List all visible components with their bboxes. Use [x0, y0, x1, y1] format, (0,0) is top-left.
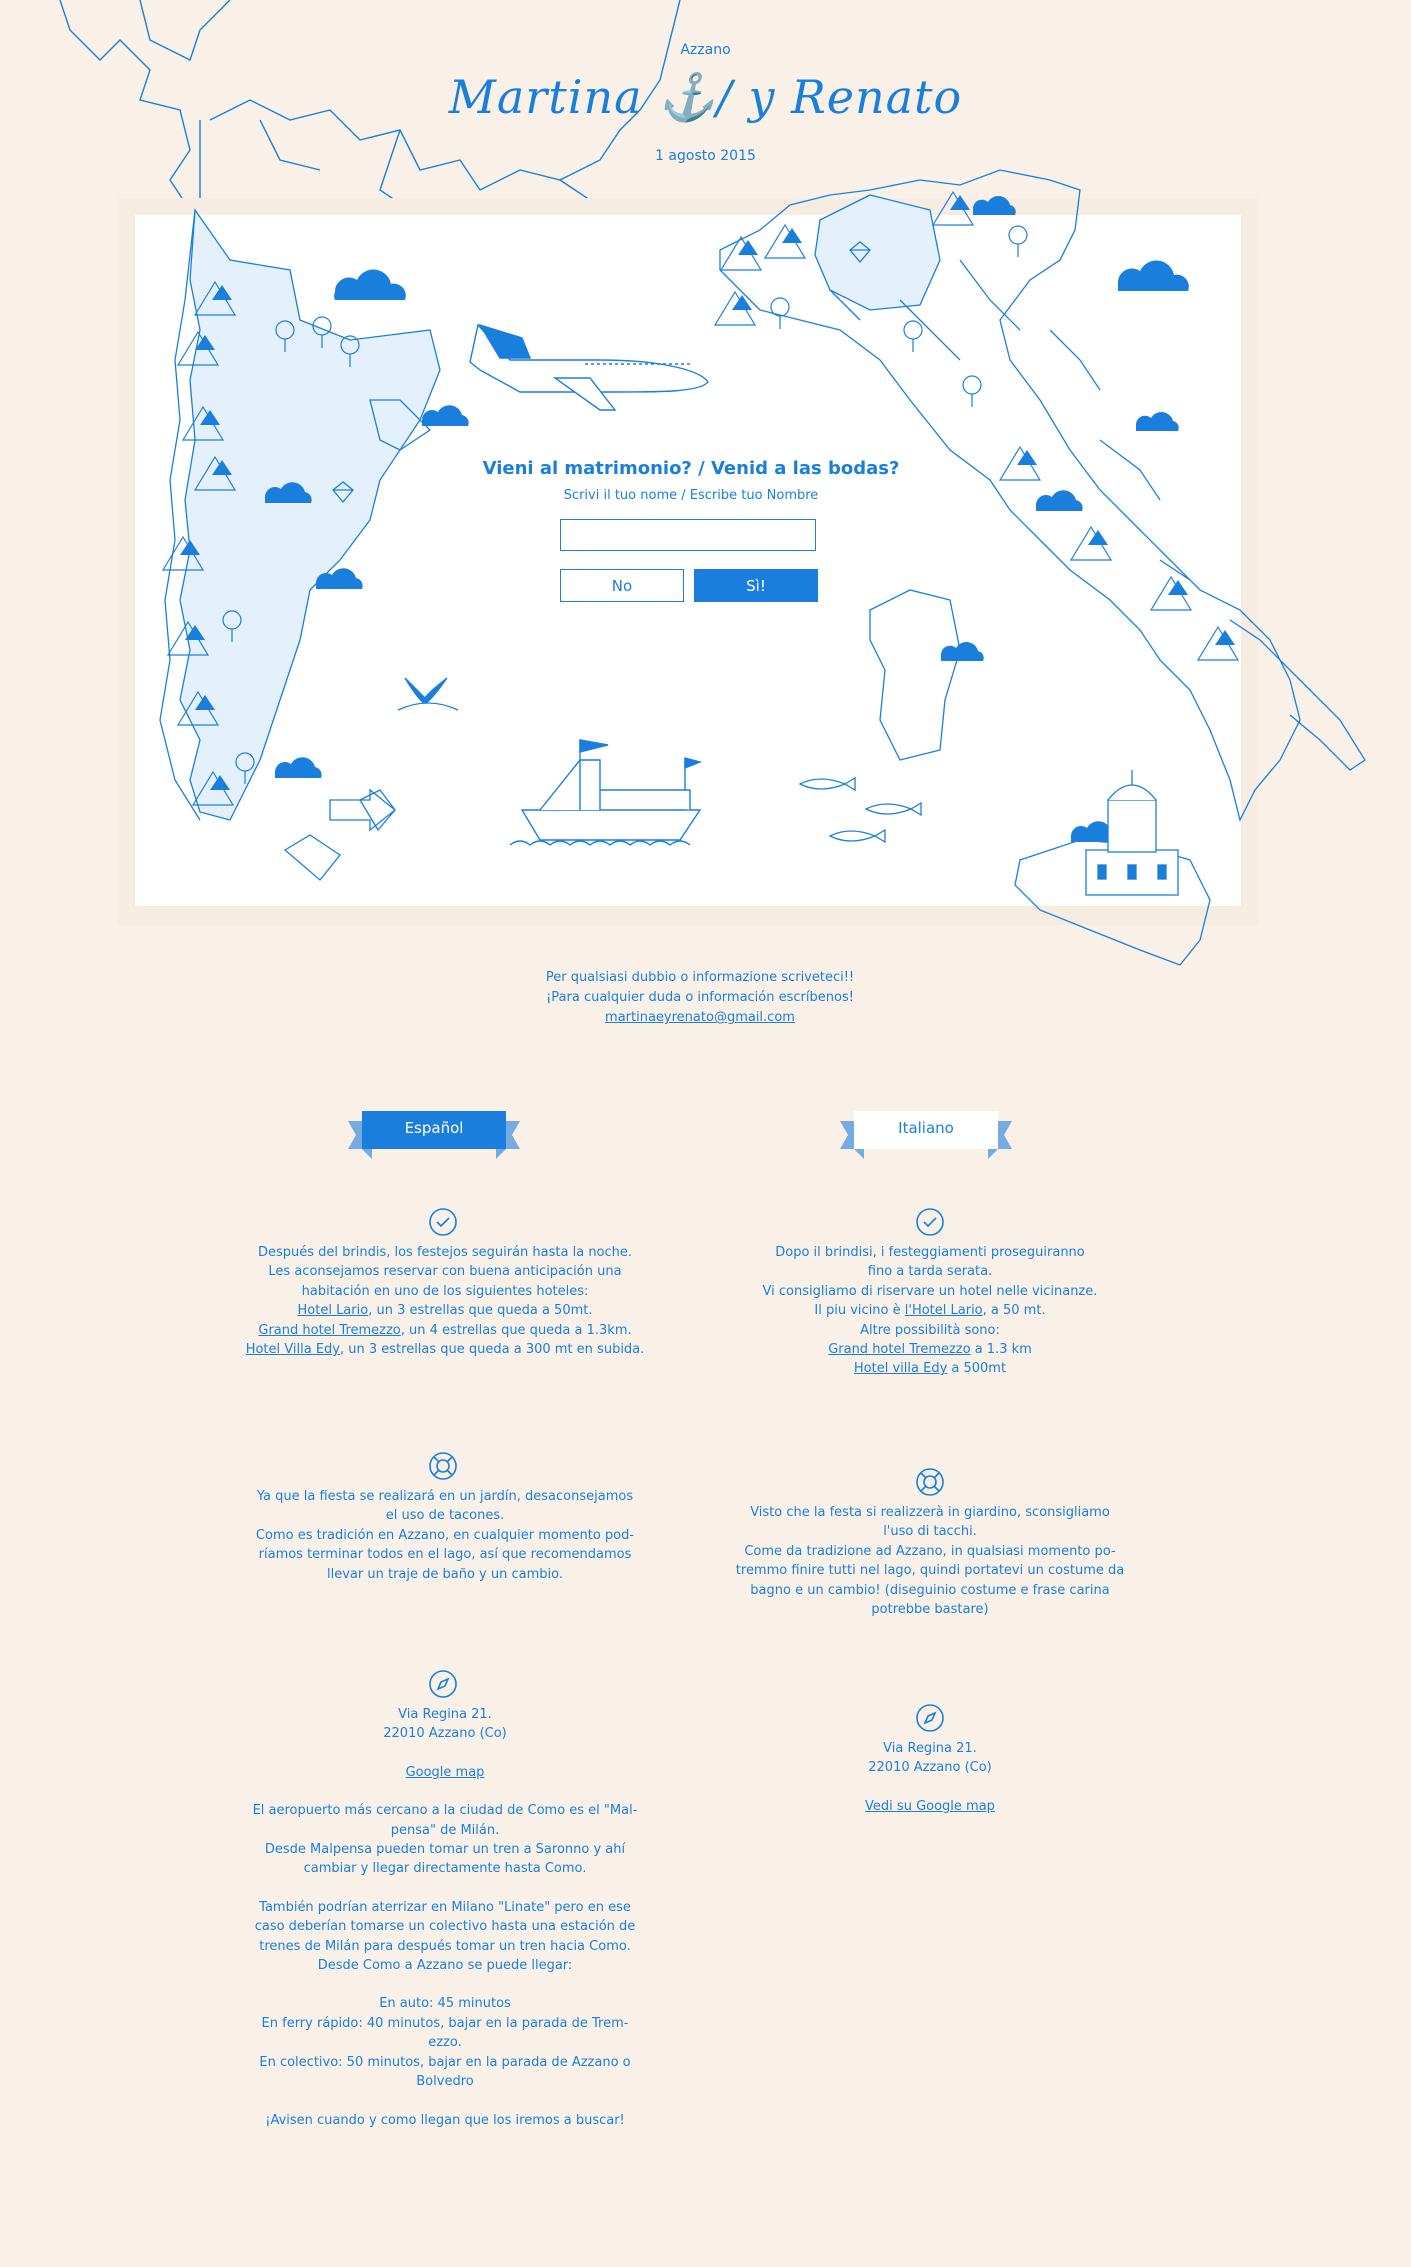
google-map-link[interactable]: Vedi su Google map — [865, 1799, 995, 1814]
name-input[interactable] — [560, 519, 816, 551]
tab-espanol[interactable]: Español — [348, 1107, 520, 1159]
address-line: 22010 Azzano (Co) — [868, 1760, 992, 1776]
rsvp-hint: Scrivi il tuo nome / Escribe tuo Nombre — [563, 488, 819, 503]
rsvp-question: Vieni al matrimonio? / Venid a las bodas… — [482, 458, 900, 479]
it-hotel-text: Dopo il brindisi, i festeggiamenti prose… — [700, 1243, 1160, 1379]
check-circle-icon — [429, 1208, 457, 1236]
tab-espanol-label: Español — [404, 1119, 464, 1137]
text-line: a 1.3 km — [970, 1342, 1032, 1358]
hotel-villa-edy-link[interactable]: Hotel Villa Edy — [246, 1342, 340, 1357]
text-line: , un 3 estrellas que queda a 50mt. — [368, 1303, 593, 1319]
text-line: bagno e un cambio! (diseguinio costume e… — [750, 1582, 1110, 1598]
text-line: ¡Avisen cuando y como llegan que los ire… — [265, 2112, 625, 2128]
text-line: Dopo il brindisi, i festeggiamenti prose… — [775, 1245, 1085, 1260]
rsvp-no-button[interactable]: No — [560, 569, 684, 602]
text-line: Como es tradición en Azzano, en cualquie… — [255, 1527, 635, 1543]
check-circle-icon — [916, 1208, 944, 1236]
it-location-text: Via Regina 21. 22010 Azzano (Co) Vedi su… — [700, 1739, 1160, 1816]
hotel-villa-edy-link[interactable]: Hotel villa Edy — [854, 1361, 947, 1376]
ship-icon — [509, 739, 703, 846]
text-line: Bolvedro — [416, 2074, 474, 2090]
grand-hotel-tremezzo-link[interactable]: Grand hotel Tremezzo — [828, 1342, 970, 1357]
text-line: fino a tarda serata. — [867, 1264, 993, 1280]
text-line: Desde Como a Azzano se puede llegar: — [317, 1958, 573, 1974]
es-location-text: Via Regina 21. 22010 Azzano (Co) Google … — [210, 1705, 680, 2130]
hotel-lario-link[interactable]: Hotel Lario — [298, 1303, 369, 1318]
text-line: En auto: 45 minutos — [379, 1996, 511, 2012]
text-line: habitación en uno de los siguientes hote… — [301, 1283, 589, 1299]
heel — [1229, 619, 1366, 771]
text-line: caso deberían tomarse un colectivo hasta… — [254, 1919, 636, 1935]
tab-italiano[interactable]: Italiano — [840, 1107, 1012, 1159]
tab-italiano-label: Italiano — [898, 1119, 954, 1137]
text-line: Desde Malpensa pueden tomar un tren a Sa… — [264, 1842, 626, 1858]
grand-hotel-tremezzo-link[interactable]: Grand hotel Tremezzo — [258, 1323, 400, 1338]
lifebuoy-icon — [429, 1452, 457, 1480]
contact-email-link[interactable]: martinaeyrenato@gmail.com — [605, 1010, 795, 1025]
text-line: Después del brindis, los festejos seguir… — [257, 1245, 633, 1260]
patagonia-islands — [283, 789, 396, 881]
text-line: Les aconsejamos reservar con buena antic… — [268, 1264, 622, 1280]
rsvp-yes-button[interactable]: Sì! — [694, 569, 818, 602]
text-line: Ya que la fiesta se realizará en un jard… — [256, 1489, 634, 1504]
text-line: , un 3 estrellas que queda a 300 mt en s… — [339, 1342, 645, 1358]
compass-icon — [916, 1704, 944, 1732]
text-line: ezzo. — [428, 2035, 462, 2051]
text-line: ríamos terminar todos en el lago, así qu… — [258, 1547, 632, 1563]
contact-line-it: Per qualsiasi dubbio o informazione scri… — [545, 970, 855, 985]
contact-block: Per qualsiasi dubbio o informazione scri… — [400, 968, 1000, 1028]
text-line: En ferry rápido: 40 minutos, bajar en la… — [261, 2015, 629, 2031]
text-line: pensa" de Milán. — [390, 1822, 500, 1838]
text-line: cambiar y llegar directamente hasta Como… — [303, 1861, 587, 1877]
es-party-text: Ya que la fiesta se realizará en un jard… — [210, 1487, 680, 1584]
text-line: l'uso di tacchi. — [883, 1524, 977, 1540]
text-line: tremmo finire tutti nel lago, quindi por… — [735, 1563, 1125, 1579]
text-line: a 500mt — [947, 1361, 1007, 1377]
text-line: , a 50 mt. — [982, 1303, 1046, 1319]
lifebuoy-icon — [916, 1468, 944, 1496]
text-line: el uso de tacones. — [385, 1508, 505, 1524]
it-party-text: Visto che la festa si realizzerà in giar… — [700, 1503, 1160, 1619]
contact-line-es: ¡Para cualquier duda o información escrí… — [546, 990, 854, 1005]
text-line: Visto che la festa si realizzerà in giar… — [750, 1505, 1110, 1520]
es-hotel-text: Después del brindis, los festejos seguir… — [210, 1243, 680, 1359]
text-line: Vi consigliamo di riservare un hotel nel… — [762, 1283, 1098, 1299]
text-line: , un 4 estrellas que queda a 1.3km. — [400, 1322, 632, 1338]
text-line: En colectivo: 50 minutos, bajar en la pa… — [259, 2054, 631, 2070]
text-line: Come da tradizione ad Azzano, in qualsia… — [744, 1543, 1116, 1559]
sardinia — [869, 589, 961, 761]
hotel-lario-link[interactable]: l'Hotel Lario — [905, 1303, 983, 1318]
whale-tail-icon — [397, 677, 459, 711]
fish-icon-group — [798, 776, 922, 844]
address-line: Via Regina 21. — [883, 1741, 977, 1756]
text-line: Altre possibilità sono: — [860, 1322, 1000, 1338]
text-line: El aeropuerto más cercano a la ciudad de… — [252, 1803, 638, 1819]
address-line: 22010 Azzano (Co) — [383, 1726, 507, 1742]
address-line: Via Regina 21. — [398, 1707, 492, 1722]
argentina-land — [179, 208, 441, 821]
text-line: Il piu vicino è — [814, 1303, 905, 1319]
italy-north — [814, 194, 941, 311]
airplane-icon — [469, 323, 709, 411]
compass-icon — [429, 1670, 457, 1698]
text-line: También podrían aterrizar en Milano "Lin… — [259, 1899, 631, 1915]
google-map-link[interactable]: Google map — [406, 1765, 485, 1780]
text-line: trenes de Milán para después tomar un tr… — [259, 1938, 631, 1954]
text-line: llevar un traje de baño y un cambio. — [327, 1566, 563, 1582]
text-line: potrebbe bastare) — [871, 1602, 989, 1618]
